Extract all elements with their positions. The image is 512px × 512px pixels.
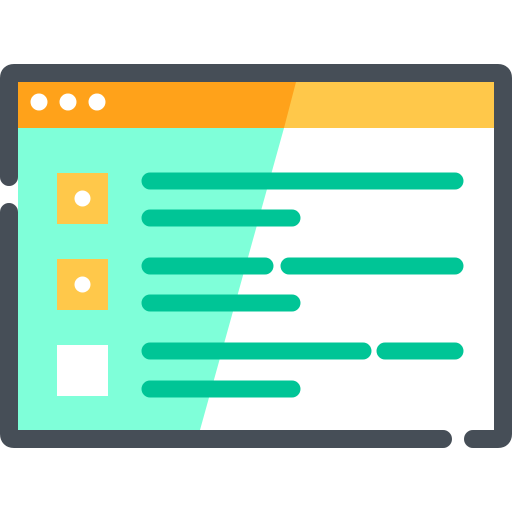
window-controls [30, 93, 106, 111]
checkbox-dot-icon [74, 276, 91, 293]
window-dot-icon [88, 93, 106, 111]
window-dot-icon [59, 93, 77, 111]
window-dot-icon [30, 93, 48, 111]
icon-canvas [0, 64, 512, 448]
browser-window-checklist-icon [0, 0, 512, 512]
checkbox-icon [57, 345, 108, 396]
checkbox-dot-icon [74, 190, 91, 207]
titlebar-right-fill [284, 82, 494, 128]
